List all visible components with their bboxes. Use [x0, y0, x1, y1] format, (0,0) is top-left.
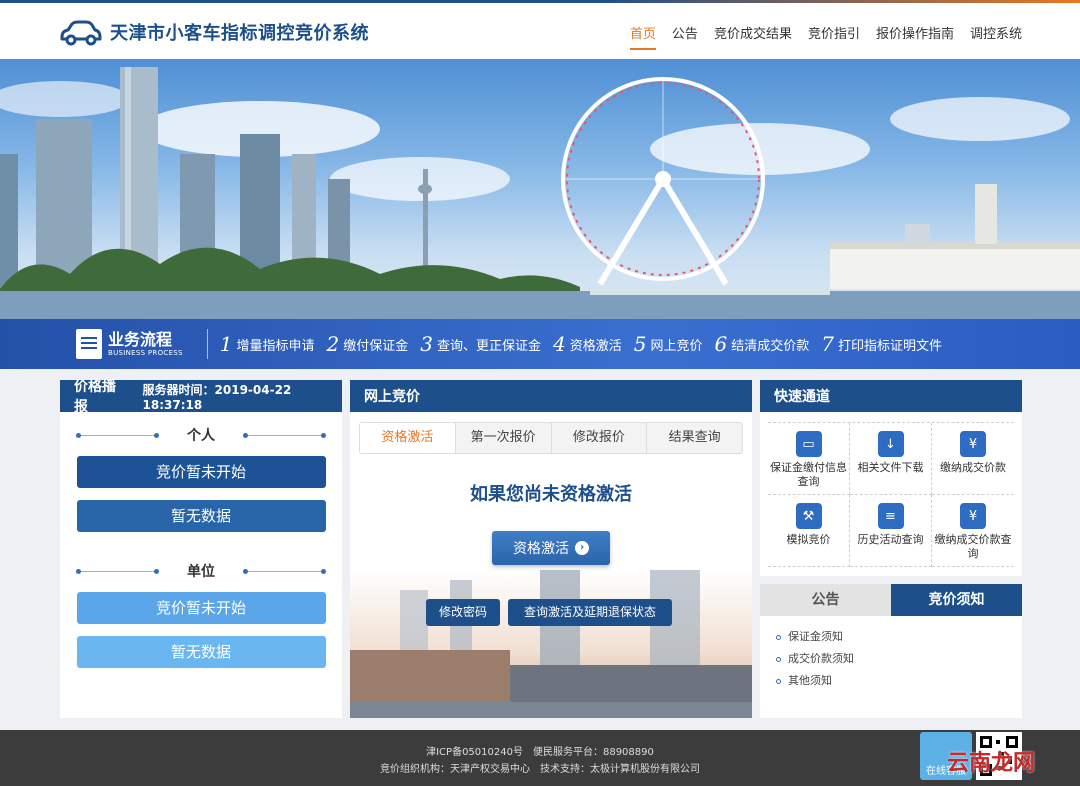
quick-channel-panel: 快速通道 ▭ 保证金缴付信息查询 ↓ 相关文件下载 ¥ 缴纳成交价款 ⚒ 模拟竞… — [760, 380, 1022, 576]
personal-section-title: 个人 — [76, 426, 326, 444]
process-step: 2 缴付保证金 — [326, 332, 409, 356]
process-title: 业务流程 — [108, 329, 173, 349]
tab-first-bid[interactable]: 第一次报价 — [456, 423, 552, 453]
tab-activation[interactable]: 资格激活 — [360, 423, 456, 453]
money-search-icon: ¥ — [960, 503, 986, 529]
process-steps: 1 增量指标申请 2 缴付保证金 3 查询、更正保证金 4 资格激活 5 网上竞价 6 结清… — [220, 332, 954, 356]
list-item[interactable]: 成交价款须知 — [776, 648, 1022, 670]
quick-grid: ▭ 保证金缴付信息查询 ↓ 相关文件下载 ¥ 缴纳成交价款 ⚒ 模拟竞价 ≡ 历… — [768, 422, 1014, 567]
quick-payment-query[interactable]: ¥ 缴纳成交价款查询 — [932, 495, 1014, 567]
nav-home[interactable]: 首页 — [629, 23, 656, 50]
watermark-text: 云南龙网 — [947, 751, 1036, 776]
unit-label: 单位 — [187, 564, 215, 580]
price-broadcast-header: 价格播报 服务器时间：2019-04-22 18:37:18 — [60, 379, 342, 415]
process-divider — [206, 329, 208, 359]
nav-results[interactable]: 竞价成交结果 — [714, 23, 792, 50]
process-step: 3 查询、更正保证金 — [420, 332, 542, 356]
query-activation-button[interactable]: 查询激活及延期退保状态 — [508, 599, 672, 626]
tab-announcement[interactable]: 公告 — [760, 584, 891, 616]
footer-org: 竞价组织机构：天津产权交易中心 技术支持：太极计算机股份有限公司 — [380, 764, 700, 775]
tianjin-skyline-image — [0, 67, 1080, 319]
server-time: 服务器时间：2019-04-22 18:37:18 — [142, 382, 292, 412]
personal-label: 个人 — [187, 428, 215, 444]
unit-section-title: 单位 — [76, 562, 326, 580]
gavel-icon: ⚒ — [795, 503, 822, 529]
bidding-tabs: 资格激活 第一次报价 修改报价 结果查询 — [359, 422, 743, 454]
quick-simulated-bid[interactable]: ⚒ 模拟竞价 — [768, 495, 850, 567]
quick-channel-header: 快速通道 — [760, 380, 1022, 412]
arrow-right-icon: › — [575, 541, 589, 555]
header: 天津市小客车指标调控竞价系统 首页 公告 竞价成交结果 竞价指引 报价操作指南 … — [0, 3, 1080, 59]
list-item[interactable]: 保证金须知 — [776, 626, 1022, 648]
bullet-icon — [776, 634, 781, 640]
process-subtitle: BUSINESS PROCESS — [108, 348, 183, 357]
bullet-icon — [776, 656, 781, 662]
process-step: 6 结清成交价款 — [714, 332, 810, 356]
card-icon: ▭ — [795, 431, 822, 457]
online-bidding-panel: 网上竞价 资格激活 第一次报价 修改报价 结果查询 如果您尚未资格激活 资格激活… — [350, 380, 752, 718]
document-icon — [76, 329, 102, 359]
quick-file-download[interactable]: ↓ 相关文件下载 — [850, 423, 932, 495]
activation-heading: 如果您尚未资格激活 — [470, 484, 632, 505]
online-bidding-title: 网上竞价 — [364, 389, 420, 405]
price-broadcast-panel: 价格播报 服务器时间：2019-04-22 18:37:18 个人 竞价暂未开始… — [60, 379, 342, 718]
quick-channel-title: 快速通道 — [774, 389, 830, 405]
notice-list: 保证金须知 成交价款须知 其他须知 — [776, 626, 1022, 692]
tab-modify-bid[interactable]: 修改报价 — [552, 423, 648, 453]
activation-button[interactable]: 资格激活 › — [492, 531, 610, 565]
car-icon — [60, 20, 102, 46]
nav-operation-guide[interactable]: 报价操作指南 — [876, 23, 954, 50]
process-logo: 业务流程 BUSINESS PROCESS — [76, 329, 183, 359]
bullet-icon — [776, 678, 781, 684]
list-icon: ≡ — [877, 503, 904, 529]
money-icon: ¥ — [960, 431, 986, 457]
price-broadcast-title: 价格播报 — [74, 379, 116, 415]
city-background-image — [350, 570, 752, 718]
process-step: 5 网上竞价 — [633, 332, 703, 356]
nav-bidding-guide[interactable]: 竞价指引 — [808, 23, 860, 50]
unit-data-button[interactable]: 暂无数据 — [76, 636, 326, 668]
download-icon: ↓ — [877, 431, 904, 457]
list-item[interactable]: 其他须知 — [776, 670, 1022, 692]
change-password-button[interactable]: 修改密码 — [426, 599, 500, 626]
footer-icp: 津ICP备05010240号 便民服务平台：88908890 — [426, 747, 654, 758]
site-logo[interactable]: 天津市小客车指标调控竞价系统 — [58, 17, 369, 47]
city-banner — [0, 59, 1080, 319]
nav-control-system[interactable]: 调控系统 — [970, 23, 1022, 50]
process-step: 4 资格激活 — [553, 332, 622, 356]
business-process-bar: 业务流程 BUSINESS PROCESS 1 增量指标申请 2 缴付保证金 3 查询… — [0, 319, 1080, 369]
notice-panel: 公告 竞价须知 保证金须知 成交价款须知 其他须知 — [760, 584, 1022, 718]
quick-history-query[interactable]: ≡ 历史活动查询 — [850, 495, 932, 567]
quick-deposit-query[interactable]: ▭ 保证金缴付信息查询 — [768, 423, 850, 495]
personal-status-button[interactable]: 竞价暂未开始 — [76, 456, 326, 488]
nav-announcements[interactable]: 公告 — [672, 23, 698, 50]
online-bidding-header: 网上竞价 — [350, 380, 752, 412]
tab-bidding-rules[interactable]: 竞价须知 — [891, 584, 1022, 616]
process-step: 7 打印指标证明文件 — [821, 332, 943, 356]
site-title: 天津市小客车指标调控竞价系统 — [110, 23, 369, 44]
tab-result-query[interactable]: 结果查询 — [647, 423, 742, 453]
notice-tabs: 公告 竞价须知 — [760, 584, 1022, 616]
footer: 津ICP备05010240号 便民服务平台：88908890 竞价组织机构：天津… — [0, 730, 1080, 786]
unit-status-button[interactable]: 竞价暂未开始 — [76, 592, 326, 624]
main-nav: 首页 公告 竞价成交结果 竞价指引 报价操作指南 调控系统 — [614, 23, 1022, 50]
process-step: 1 增量指标申请 — [219, 332, 315, 356]
personal-data-button[interactable]: 暂无数据 — [76, 500, 326, 532]
quick-pay-price[interactable]: ¥ 缴纳成交价款 — [932, 423, 1014, 495]
